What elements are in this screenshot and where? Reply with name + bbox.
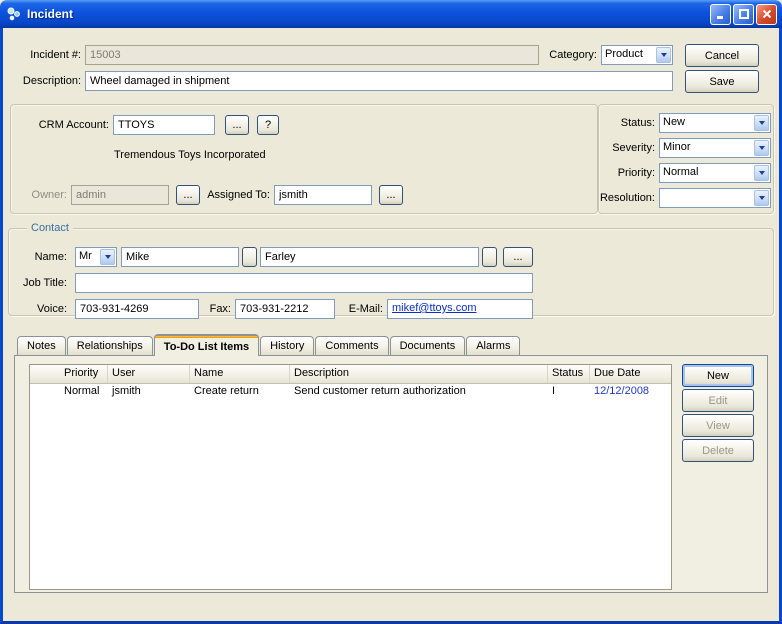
tab-documents[interactable]: Documents — [390, 336, 466, 355]
column-header-name[interactable]: Name — [190, 365, 290, 383]
contact-groupbox: Contact Name: Mr ... Job Title: Voice: F… — [8, 228, 774, 316]
cell-priority: Normal — [30, 384, 108, 402]
severity-value: Minor — [660, 139, 753, 157]
chevron-down-icon[interactable] — [754, 140, 769, 156]
todo-table: Priority User Name Description Status Du… — [29, 364, 672, 590]
status-select[interactable]: New — [659, 113, 771, 133]
todo-tab-panel: Priority User Name Description Status Du… — [14, 355, 768, 593]
crm-account-field[interactable] — [113, 115, 215, 135]
cell-due-date: 12/12/2008 — [590, 384, 671, 402]
tab-notes[interactable]: Notes — [17, 336, 66, 355]
description-field[interactable] — [85, 71, 673, 91]
email-link[interactable]: mikef@ttoys.com — [392, 302, 477, 314]
fax-field[interactable] — [235, 299, 335, 319]
assigned-browse-button[interactable]: ... — [379, 185, 403, 205]
cancel-button[interactable]: Cancel — [685, 44, 759, 67]
new-button[interactable]: New — [682, 364, 754, 387]
table-row[interactable]: Normal jsmith Create return Send custome… — [30, 384, 671, 402]
description-label: Description: — [11, 71, 81, 91]
priority-label: Priority: — [599, 163, 655, 183]
status-label: Status: — [599, 113, 655, 133]
edit-button[interactable]: Edit — [682, 389, 754, 412]
tab-relationships[interactable]: Relationships — [67, 336, 153, 355]
window-controls — [710, 4, 777, 25]
name-prefix-value: Mr — [76, 248, 99, 266]
chevron-down-icon[interactable] — [754, 115, 769, 131]
category-value: Product — [602, 46, 655, 64]
incident-window: Incident Incident #: Category: Product C… — [0, 0, 782, 624]
tab-history[interactable]: History — [260, 336, 314, 355]
priority-select[interactable]: Normal — [659, 163, 771, 183]
cell-description: Send customer return authorization — [290, 384, 548, 402]
column-header-due-date[interactable]: Due Date — [590, 365, 671, 383]
tab-alarms[interactable]: Alarms — [466, 336, 520, 355]
owner-browse-button[interactable]: ... — [176, 185, 200, 205]
maximize-icon[interactable] — [733, 4, 754, 25]
chevron-down-icon[interactable] — [656, 47, 671, 63]
tab-strip: Notes Relationships To-Do List Items His… — [17, 334, 521, 356]
column-header-user[interactable]: User — [108, 365, 190, 383]
owner-field[interactable] — [71, 185, 169, 205]
view-button[interactable]: View — [682, 414, 754, 437]
job-title-label: Job Title: — [9, 273, 67, 293]
voice-label: Voice: — [9, 299, 67, 319]
window-body: Incident #: Category: Product Cancel Des… — [0, 28, 782, 624]
column-header-status[interactable]: Status — [548, 365, 590, 383]
cell-name: Create return — [190, 384, 290, 402]
assigned-to-field[interactable] — [274, 185, 372, 205]
resolution-value — [660, 189, 753, 207]
cell-status: I — [548, 384, 590, 402]
titlebar[interactable]: Incident — [0, 0, 782, 28]
severity-label: Severity: — [599, 138, 655, 158]
email-field[interactable]: mikef@ttoys.com — [387, 299, 533, 319]
crm-account-label: CRM Account: — [15, 115, 109, 135]
tab-todo-list-items[interactable]: To-Do List Items — [154, 334, 259, 356]
status-value: New — [660, 114, 753, 132]
first-name-field[interactable] — [121, 247, 239, 267]
account-name-text: Tremendous Toys Incorporated — [114, 145, 266, 165]
last-name-extra-button[interactable] — [482, 247, 497, 267]
job-title-field[interactable] — [75, 273, 533, 293]
column-header-priority[interactable]: Priority — [30, 365, 108, 383]
chevron-down-icon[interactable] — [754, 190, 769, 206]
todo-table-header: Priority User Name Description Status Du… — [30, 365, 671, 384]
voice-field[interactable] — [75, 299, 199, 319]
incident-number-label: Incident #: — [11, 45, 81, 65]
crm-help-button[interactable]: ? — [257, 115, 279, 135]
cell-user: jsmith — [108, 384, 190, 402]
status-groupbox: Status: New Severity: Minor Priority: No… — [598, 104, 774, 214]
name-label: Name: — [9, 247, 67, 267]
owner-label: Owner: — [19, 185, 67, 205]
tab-comments[interactable]: Comments — [315, 336, 388, 355]
account-groupbox: CRM Account: ... ? Tremendous Toys Incor… — [10, 104, 598, 214]
assigned-to-label: Assigned To: — [204, 185, 270, 205]
last-name-field[interactable] — [260, 247, 479, 267]
chevron-down-icon[interactable] — [754, 165, 769, 181]
priority-value: Normal — [660, 164, 753, 182]
app-icon — [5, 6, 22, 23]
save-button[interactable]: Save — [685, 70, 759, 93]
name-prefix-select[interactable]: Mr — [75, 247, 117, 267]
minimize-icon[interactable] — [710, 4, 731, 25]
close-icon[interactable] — [756, 4, 777, 25]
window-title: Incident — [27, 7, 710, 21]
delete-button[interactable]: Delete — [682, 439, 754, 462]
contact-browse-button[interactable]: ... — [503, 247, 533, 267]
severity-select[interactable]: Minor — [659, 138, 771, 158]
contact-group-caption: Contact — [27, 221, 73, 235]
category-label: Category: — [541, 45, 597, 65]
resolution-label: Resolution: — [599, 188, 655, 208]
crm-browse-button[interactable]: ... — [225, 115, 249, 135]
column-header-description[interactable]: Description — [290, 365, 548, 383]
chevron-down-icon[interactable] — [100, 249, 115, 265]
first-name-extra-button[interactable] — [242, 247, 257, 267]
incident-number-field[interactable] — [85, 45, 539, 65]
email-label: E-Mail: — [339, 299, 383, 319]
fax-label: Fax: — [203, 299, 231, 319]
resolution-select[interactable] — [659, 188, 771, 208]
category-select[interactable]: Product — [601, 45, 673, 65]
